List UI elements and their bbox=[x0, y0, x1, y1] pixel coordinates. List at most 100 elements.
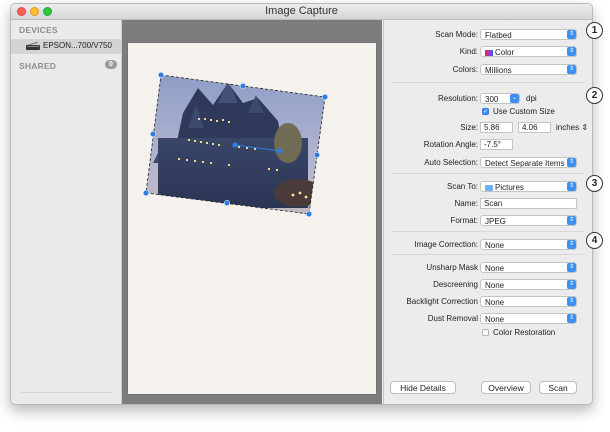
callout-3: 3 bbox=[586, 175, 603, 192]
size-width-input[interactable]: 5.86 bbox=[480, 122, 513, 133]
name-input[interactable]: Scan bbox=[480, 198, 577, 209]
colors-label: Colors: bbox=[452, 65, 478, 74]
minimize-window-button[interactable] bbox=[30, 7, 39, 16]
kind-select[interactable]: Color ⇕ bbox=[480, 46, 577, 57]
callout-1: 1 bbox=[586, 22, 603, 39]
scan-mode-select[interactable]: Flatbed ⇕ bbox=[480, 29, 577, 40]
shared-header: SHARED bbox=[19, 61, 57, 71]
rotation-handle[interactable] bbox=[232, 142, 238, 148]
rotation-angle-label: Rotation Angle: bbox=[423, 140, 478, 149]
chateau-photo bbox=[146, 75, 325, 214]
close-window-button[interactable] bbox=[17, 7, 26, 16]
resize-handle-bottom-left[interactable] bbox=[142, 189, 150, 197]
scanner-icon bbox=[26, 42, 40, 50]
sidebar: DEVICES EPSON...700/V750 SHARED 0 bbox=[11, 20, 122, 404]
rotation-handle-end[interactable] bbox=[277, 148, 283, 154]
backlight-correction-select[interactable]: None ⇕ bbox=[480, 296, 577, 307]
dust-removal-select[interactable]: None ⇕ bbox=[480, 313, 577, 324]
scan-button[interactable]: Scan bbox=[539, 381, 577, 394]
chevron-updown-icon: ⇕ bbox=[567, 297, 576, 306]
resize-handle-left[interactable] bbox=[149, 130, 157, 138]
resize-handle-top-right[interactable] bbox=[321, 93, 329, 101]
chevron-updown-icon: ⇕ bbox=[567, 263, 576, 272]
colors-value: Millions bbox=[485, 66, 512, 75]
colors-select[interactable]: Millions ⇕ bbox=[480, 64, 577, 75]
format-select[interactable]: JPEG ⇕ bbox=[480, 215, 577, 226]
folder-icon bbox=[485, 185, 493, 191]
chevron-updown-icon: ⇕ bbox=[567, 240, 576, 249]
scan-to-label: Scan To: bbox=[447, 182, 478, 191]
overview-button[interactable]: Overview bbox=[481, 381, 531, 394]
chevron-updown-icon: ⇕ bbox=[567, 216, 576, 225]
section-divider bbox=[392, 173, 584, 174]
rotation-angle-input[interactable]: -7.5° bbox=[480, 139, 513, 150]
backlight-correction-value: None bbox=[485, 298, 505, 307]
sidebar-divider bbox=[21, 392, 111, 393]
format-value: JPEG bbox=[485, 217, 506, 226]
format-label: Format: bbox=[450, 216, 478, 225]
image-correction-label: Image Correction: bbox=[414, 240, 478, 249]
unsharp-mask-label: Unsharp Mask bbox=[426, 263, 478, 272]
scan-to-value: Pictures bbox=[495, 183, 524, 192]
resize-handle-right[interactable] bbox=[313, 151, 321, 159]
chevron-updown-icon: ⇕ bbox=[567, 30, 576, 39]
shared-count-badge: 0 bbox=[105, 60, 117, 69]
color-swatch-icon bbox=[485, 50, 493, 56]
auto-selection-select[interactable]: Detect Separate Items ⇕ bbox=[480, 157, 577, 168]
resize-handle-top-left[interactable] bbox=[157, 71, 165, 79]
dust-removal-label: Dust Removal bbox=[427, 314, 478, 323]
size-unit-value: inches bbox=[556, 123, 580, 132]
device-name: EPSON...700/V750 bbox=[43, 41, 112, 50]
scan-preview-area[interactable] bbox=[122, 20, 382, 404]
unsharp-mask-select[interactable]: None ⇕ bbox=[480, 262, 577, 273]
devices-header: DEVICES bbox=[19, 25, 58, 35]
hide-details-button[interactable]: Hide Details bbox=[390, 381, 456, 394]
size-height-input[interactable]: 4.06 bbox=[518, 122, 551, 133]
use-custom-size-checkbox[interactable]: ✓ bbox=[482, 108, 489, 115]
updown-icon: ⇕ bbox=[581, 123, 589, 132]
scan-settings-panel: Scan Mode: Flatbed ⇕ Kind: Color ⇕ Color… bbox=[383, 20, 592, 404]
device-item-epson[interactable]: EPSON...700/V750 bbox=[11, 39, 121, 54]
dust-removal-value: None bbox=[485, 315, 505, 324]
size-unit-select[interactable]: inches ⇕ bbox=[556, 123, 588, 132]
descreening-label: Descreening bbox=[433, 280, 478, 289]
chevron-updown-icon: ⇕ bbox=[567, 314, 576, 323]
scan-mode-value: Flatbed bbox=[485, 31, 512, 40]
photo-preview bbox=[142, 71, 329, 218]
color-restoration-label: Color Restoration bbox=[493, 328, 556, 337]
callout-2: 2 bbox=[586, 87, 603, 104]
resolution-value: 300 bbox=[485, 95, 499, 104]
kind-value: Color bbox=[495, 48, 515, 57]
kind-label: Kind: bbox=[459, 47, 478, 56]
size-label: Size: bbox=[460, 123, 478, 132]
scanned-document bbox=[128, 43, 376, 394]
chevron-updown-icon: ⇕ bbox=[567, 280, 576, 289]
scan-mode-label: Scan Mode: bbox=[435, 30, 478, 39]
section-divider bbox=[392, 231, 584, 232]
color-restoration-checkbox[interactable] bbox=[482, 329, 489, 336]
window-title: Image Capture bbox=[265, 5, 338, 17]
descreening-select[interactable]: None ⇕ bbox=[480, 279, 577, 290]
title-bar: Image Capture bbox=[11, 4, 592, 20]
section-divider bbox=[392, 254, 584, 255]
resize-handle-top[interactable] bbox=[239, 82, 247, 90]
resize-handle-bottom-right[interactable] bbox=[305, 210, 313, 218]
descreening-value: None bbox=[485, 281, 505, 290]
chevron-down-icon: ⌄ bbox=[510, 94, 519, 103]
chevron-updown-icon: ⇕ bbox=[567, 47, 576, 56]
image-correction-value: None bbox=[485, 241, 505, 250]
resize-handle-bottom[interactable] bbox=[223, 199, 231, 207]
auto-selection-value: Detect Separate Items bbox=[485, 159, 565, 168]
resolution-combo[interactable]: 300 ⌄ bbox=[480, 93, 520, 104]
chevron-updown-icon: ⇕ bbox=[567, 182, 576, 191]
image-correction-select[interactable]: None ⇕ bbox=[480, 239, 577, 250]
callout-4: 4 bbox=[586, 232, 603, 249]
auto-selection-label: Auto Selection: bbox=[424, 158, 478, 167]
unsharp-mask-value: None bbox=[485, 264, 505, 273]
image-capture-window: Image Capture DEVICES EPSON...700/V750 S… bbox=[10, 3, 593, 405]
resolution-unit: dpi bbox=[526, 94, 537, 103]
scan-to-select[interactable]: Pictures ⇕ bbox=[480, 181, 577, 192]
name-label: Name: bbox=[454, 199, 478, 208]
zoom-window-button[interactable] bbox=[43, 7, 52, 16]
section-divider bbox=[392, 82, 584, 83]
